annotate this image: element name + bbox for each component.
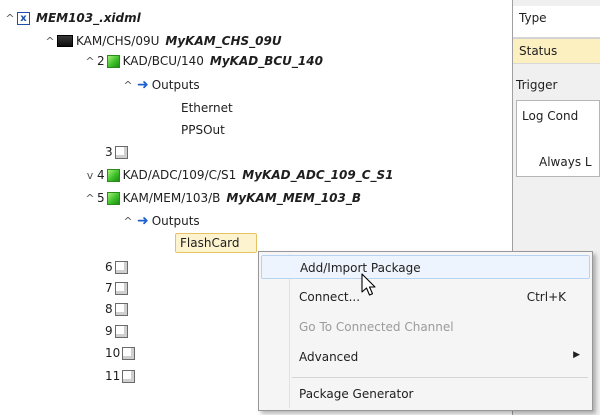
- empty-slot-icon: [114, 281, 128, 295]
- empty-slot-icon: [114, 302, 128, 316]
- empty-slot-icon: [114, 324, 128, 338]
- tree-node-slot-6[interactable]: 6: [105, 258, 128, 276]
- tree-node-slot-5[interactable]: ^ 5 KAM/MEM/103/B MyKAM_MEM_103_B: [83, 189, 361, 207]
- menu-separator: [292, 377, 588, 378]
- slot-number: 8: [105, 302, 113, 316]
- menu-item-label: Connect...: [299, 290, 361, 304]
- output-item-label: Ethernet: [181, 101, 233, 115]
- chassis-icon: [57, 35, 73, 47]
- context-menu: Add/Import Package Connect... Ctrl+K Go …: [258, 251, 593, 411]
- tree-node-outputs[interactable]: ^ ➜ Outputs: [121, 212, 200, 230]
- empty-slot-icon: [122, 369, 136, 383]
- output-item-label: FlashCard: [180, 236, 240, 250]
- slot-number: 3: [105, 145, 113, 159]
- mouse-pointer-icon: [361, 273, 376, 296]
- chassis-name: MyKAM_CHS_09U: [165, 34, 282, 48]
- menu-item-add-import-package[interactable]: Add/Import Package: [261, 255, 590, 279]
- tree-node-slot-10[interactable]: 10: [105, 344, 136, 362]
- outputs-label: Outputs: [151, 214, 200, 228]
- xidml-file-icon: x: [17, 11, 30, 25]
- always-log-box[interactable]: Always L: [516, 149, 600, 177]
- tree-leaf-ppsout[interactable]: PPSOut: [181, 121, 225, 139]
- arrow-right-icon: ➜: [137, 213, 149, 229]
- module-label: KAD/ADC/109/C/S1: [122, 168, 237, 182]
- empty-slot-icon: [114, 145, 128, 159]
- menu-item-label: Advanced: [299, 350, 359, 364]
- trigger-label: Trigger: [516, 78, 558, 92]
- chevron-up-icon[interactable]: ^: [83, 55, 97, 68]
- slot-number: 2: [97, 54, 105, 68]
- always-log-label: Always L: [539, 155, 592, 169]
- menu-item-package-generator[interactable]: Package Generator: [261, 382, 590, 406]
- menu-item-label: Package Generator: [299, 387, 414, 401]
- menu-item-connect[interactable]: Connect... Ctrl+K: [261, 285, 590, 309]
- tree-node-slot-8[interactable]: 8: [105, 300, 128, 318]
- chevron-up-icon[interactable]: ^: [121, 215, 135, 228]
- log-condition-label: Log Cond: [522, 109, 579, 123]
- menu-item-shortcut: Ctrl+K: [526, 290, 566, 304]
- empty-slot-icon: [114, 260, 128, 274]
- chassis-label: KAM/CHS/09U: [76, 34, 160, 48]
- property-row-type[interactable]: Type: [513, 6, 600, 38]
- property-label: Type: [519, 11, 547, 25]
- slot-number: 9: [105, 324, 113, 338]
- slot-number: 7: [105, 281, 113, 295]
- tree-node-root[interactable]: ^ x MEM103_.xidml: [3, 9, 141, 27]
- slot-number: 6: [105, 260, 113, 274]
- root-label: MEM103_.xidml: [36, 11, 141, 25]
- module-ok-icon: [106, 168, 120, 182]
- module-name: MyKAM_MEM_103_B: [226, 191, 361, 205]
- module-name: MyKAD_ADC_109_C_S1: [242, 168, 394, 182]
- tree-leaf-flashcard[interactable]: FlashCard: [175, 233, 257, 253]
- slot-number: 11: [105, 369, 121, 383]
- module-label: KAM/MEM/103/B: [122, 191, 221, 205]
- module-ok-icon: [106, 54, 120, 68]
- tree-node-chassis[interactable]: ^ KAM/CHS/09U MyKAM_CHS_09U: [43, 32, 282, 50]
- menu-item-go-to-connected-channel: Go To Connected Channel: [261, 315, 590, 339]
- tree-leaf-ethernet[interactable]: Ethernet: [181, 99, 233, 117]
- tree-node-slot-9[interactable]: 9: [105, 322, 128, 340]
- property-row-status[interactable]: Status: [513, 38, 600, 64]
- module-ok-icon: [106, 191, 120, 205]
- tree-node-slot-11[interactable]: 11: [105, 367, 136, 385]
- slot-number: 10: [105, 346, 121, 360]
- tree-node-slot-7[interactable]: 7: [105, 279, 128, 297]
- empty-slot-icon: [122, 346, 136, 360]
- outputs-label: Outputs: [151, 78, 200, 92]
- menu-item-label: Go To Connected Channel: [299, 320, 454, 334]
- chevron-up-icon[interactable]: ^: [121, 79, 135, 92]
- chevron-up-icon[interactable]: ^: [43, 35, 57, 48]
- chevron-up-icon[interactable]: ^: [3, 12, 17, 25]
- tree-node-slot-3[interactable]: 3: [105, 143, 128, 161]
- menu-item-advanced[interactable]: Advanced ▶: [261, 345, 590, 369]
- module-name: MyKAD_BCU_140: [209, 54, 323, 68]
- chevron-down-icon[interactable]: v: [83, 169, 97, 182]
- output-item-label: PPSOut: [181, 123, 225, 137]
- chevron-up-icon[interactable]: ^: [83, 192, 97, 205]
- slot-number: 4: [97, 168, 105, 182]
- tree-node-slot-2[interactable]: ^ 2 KAD/BCU/140 MyKAD_BCU_140: [83, 52, 323, 70]
- submenu-arrow-icon: ▶: [573, 350, 580, 360]
- tree-node-slot-4[interactable]: v 4 KAD/ADC/109/C/S1 MyKAD_ADC_109_C_S1: [83, 166, 394, 184]
- tree-node-outputs[interactable]: ^ ➜ Outputs: [121, 76, 200, 94]
- arrow-right-icon: ➜: [137, 77, 149, 93]
- slot-number: 5: [97, 191, 105, 205]
- property-label: Status: [519, 44, 558, 58]
- module-label: KAD/BCU/140: [122, 54, 204, 68]
- log-condition-box[interactable]: Log Cond: [516, 100, 600, 150]
